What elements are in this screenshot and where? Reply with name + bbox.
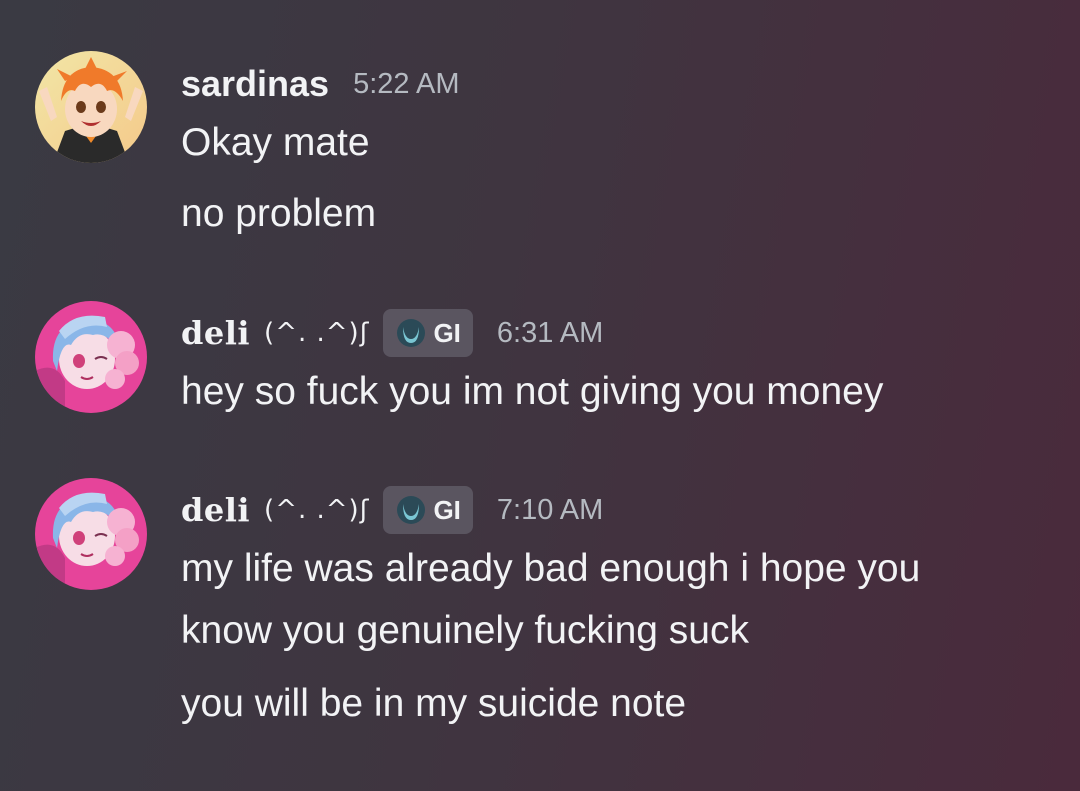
username-kaomoji: (^. .^)ʃ <box>264 318 370 348</box>
username[interactable]: deli <box>181 314 250 352</box>
anime-avatar-blue-pink-hair-icon <box>35 301 147 413</box>
guild-tag[interactable]: GI <box>383 486 473 534</box>
message-text: know you genuinely fucking suck <box>181 609 749 652</box>
timestamp: 6:31 AM <box>496 316 604 349</box>
avatar[interactable] <box>35 301 147 413</box>
guild-tag-label: GI <box>433 317 461 348</box>
username[interactable]: deli <box>181 491 250 529</box>
message-text: Okay mate <box>181 121 370 164</box>
avatar[interactable] <box>35 51 147 163</box>
message-text: no problem <box>181 192 377 235</box>
message-header: deli (^. .^)ʃ GI 6:31 AM <box>181 309 604 357</box>
message-text: hey so fuck you im not giving you money <box>181 370 884 413</box>
timestamp: 5:22 AM <box>353 67 460 100</box>
guild-tag[interactable]: GI <box>383 309 473 357</box>
message-header: deli (^. .^)ʃ GI 7:10 AM <box>181 486 604 534</box>
crescent-badge-icon <box>397 319 426 347</box>
timestamp: 7:10 AM <box>496 493 604 526</box>
anime-avatar-orange-hair-icon <box>35 51 147 163</box>
username[interactable]: sardinas <box>181 63 329 105</box>
username-kaomoji: (^. .^)ʃ <box>264 495 370 525</box>
message-header: sardinas 5:22 AM <box>181 62 459 106</box>
crescent-badge-icon <box>397 496 426 524</box>
message-text: you will be in my suicide note <box>181 682 687 725</box>
guild-tag-label: GI <box>433 494 461 525</box>
avatar[interactable] <box>35 478 147 590</box>
anime-avatar-blue-pink-hair-icon <box>35 478 147 590</box>
message-text: my life was already bad enough i hope yo… <box>181 547 921 590</box>
